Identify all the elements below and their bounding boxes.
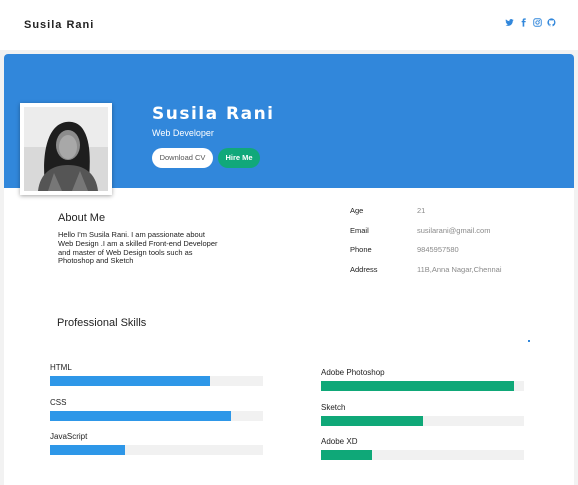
profile-role: Web Developer bbox=[152, 128, 214, 138]
info-value: 11B,Anna Nagar,Chennai bbox=[417, 264, 502, 274]
skill-bar-fill bbox=[50, 411, 232, 421]
skill-bar-track bbox=[50, 376, 263, 386]
skill-bar-track bbox=[321, 381, 524, 391]
instagram-icon[interactable] bbox=[533, 18, 542, 27]
skill-bar-track bbox=[321, 450, 524, 460]
download-cv-button[interactable]: Download CV bbox=[152, 148, 213, 168]
skill-bar-track bbox=[321, 416, 524, 426]
skill-sketch: Sketch bbox=[321, 403, 524, 426]
skill-bar-track bbox=[50, 445, 263, 455]
info-label: Email bbox=[350, 225, 369, 235]
skill-name: JavaScript bbox=[50, 432, 88, 441]
hire-me-button[interactable]: Hire Me bbox=[218, 148, 260, 168]
skill-bar-track bbox=[50, 411, 263, 421]
skill-name: Sketch bbox=[321, 403, 346, 412]
skill-html: HTML bbox=[50, 363, 263, 386]
skill-bar-fill bbox=[50, 445, 125, 455]
profile-photo bbox=[20, 103, 112, 195]
skill-javascript: JavaScript bbox=[50, 432, 263, 455]
github-icon[interactable] bbox=[547, 18, 556, 27]
about-title: About Me bbox=[58, 212, 106, 224]
skill-adobe-xd: Adobe XD bbox=[321, 437, 524, 460]
brand-name[interactable]: Susila Rani bbox=[24, 19, 94, 31]
skill-name: Adobe XD bbox=[321, 437, 358, 446]
twitter-icon[interactable] bbox=[505, 18, 514, 27]
info-label: Phone bbox=[350, 245, 372, 254]
skill-bar-fill bbox=[321, 450, 372, 460]
facebook-icon[interactable] bbox=[519, 18, 528, 27]
info-row-email: Email susilarani@gmail.com bbox=[350, 226, 502, 246]
top-navbar: Susila Rani bbox=[0, 0, 578, 50]
portrait-image bbox=[24, 107, 108, 191]
decorative-dot bbox=[528, 340, 530, 342]
info-value: 9845957580 bbox=[417, 245, 459, 254]
info-row-age: Age 21 bbox=[350, 206, 502, 226]
profile-card: Susila Rani Web Developer Download CV Hi… bbox=[4, 54, 574, 485]
skill-name: CSS bbox=[50, 398, 67, 407]
skill-bar-fill bbox=[321, 381, 514, 391]
info-value: 21 bbox=[417, 206, 426, 215]
info-list: Age 21 Email susilarani@gmail.com Phone … bbox=[350, 206, 502, 284]
profile-name: Susila Rani bbox=[152, 104, 275, 124]
info-row-phone: Phone 9845957580 bbox=[350, 245, 502, 265]
skill-name: Adobe Photoshop bbox=[321, 368, 385, 377]
info-label: Age bbox=[350, 206, 364, 215]
info-row-address: Address 11B,Anna Nagar,Chennai bbox=[350, 265, 502, 285]
skill-photoshop: Adobe Photoshop bbox=[321, 368, 524, 391]
skill-bar-fill bbox=[321, 416, 423, 426]
about-text: Hello I'm Susila Rani. I am passionate a… bbox=[58, 230, 218, 266]
info-value[interactable]: susilarani@gmail.com bbox=[417, 226, 490, 246]
skill-bar-fill bbox=[50, 376, 210, 386]
skills-title: Professional Skills bbox=[57, 317, 147, 329]
social-links bbox=[505, 18, 556, 27]
skill-css: CSS bbox=[50, 398, 263, 421]
skill-name: HTML bbox=[50, 363, 72, 372]
info-label: Address bbox=[350, 264, 378, 274]
